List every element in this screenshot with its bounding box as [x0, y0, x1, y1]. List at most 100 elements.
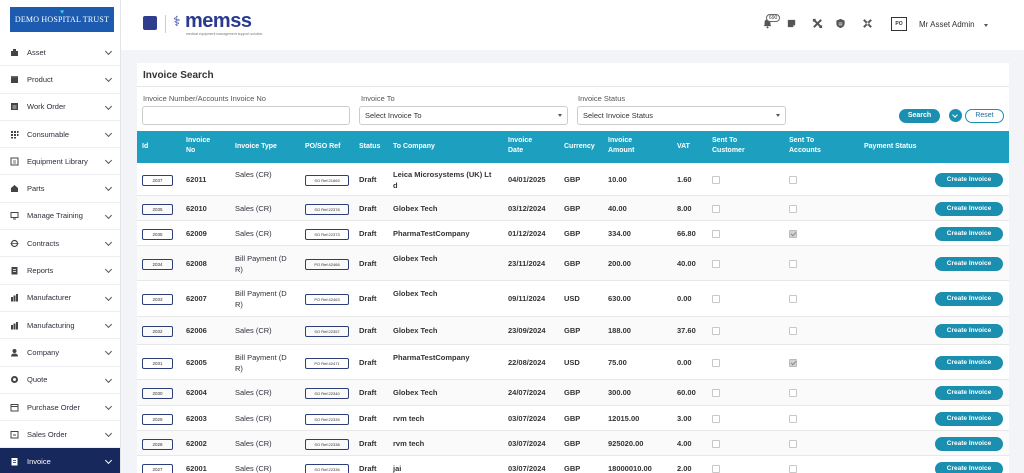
chevron-down-icon[interactable] — [104, 75, 113, 83]
sidebar-item-parts[interactable]: Parts — [0, 175, 120, 203]
invoice-id-link[interactable]: 2035 — [142, 228, 173, 240]
sidebar-item-manufacturing[interactable]: Manufacturing — [0, 312, 120, 340]
order-ref-link[interactable]: SO Ref:22378 — [305, 203, 349, 215]
brand-logo[interactable]: ⚕ memss medical equipment management sup… — [173, 10, 262, 38]
chevron-down-icon[interactable] — [104, 184, 113, 192]
search-button[interactable]: Search — [899, 109, 940, 123]
create-invoice-button[interactable]: Create Invoice — [935, 461, 1003, 473]
sent-to-accounts-checkbox[interactable] — [789, 175, 797, 184]
col-invoice-type[interactable]: Invoice Type — [235, 142, 277, 152]
col-vat[interactable]: VAT — [677, 142, 690, 152]
invoice-id-link[interactable]: 2028 — [142, 438, 173, 450]
caret-down-icon[interactable] — [984, 24, 988, 27]
chevron-down-icon[interactable] — [104, 266, 113, 274]
invoice-id-link[interactable]: 2034 — [142, 258, 173, 270]
sent-to-accounts-checkbox[interactable] — [789, 464, 797, 473]
sidebar-item-manufacturer[interactable]: Manufacturer — [0, 285, 120, 312]
note-icon[interactable] — [786, 18, 797, 29]
chevron-down-icon[interactable] — [104, 293, 113, 301]
col-invoice-amount[interactable]: Invoice Amount — [608, 136, 634, 156]
sent-to-customer-checkbox[interactable] — [712, 327, 720, 335]
shield-icon[interactable] — [835, 18, 846, 29]
invoice-id-link[interactable]: 2033 — [142, 294, 173, 305]
invoice-id-link[interactable]: 2037 — [142, 174, 173, 186]
sidebar-item-company[interactable]: Company — [0, 339, 120, 367]
sent-to-accounts-checkbox[interactable] — [789, 358, 797, 367]
chevron-down-icon[interactable] — [104, 375, 113, 383]
create-invoice-button[interactable]: Create Invoice — [935, 256, 1003, 271]
invoice-id-link[interactable]: 2027 — [142, 463, 173, 473]
sent-to-accounts-checkbox[interactable] — [789, 389, 797, 397]
settings-tools-icon[interactable] — [862, 18, 873, 29]
sent-to-accounts-checkbox[interactable] — [789, 259, 797, 268]
chevron-down-icon[interactable] — [104, 239, 113, 247]
user-name[interactable]: Mr Asset Admin — [919, 20, 975, 29]
create-invoice-button[interactable]: Create Invoice — [935, 411, 1003, 426]
reset-button[interactable]: Reset — [965, 109, 1004, 123]
order-ref-link[interactable]: SO Ref:22336 — [305, 463, 349, 473]
sidebar-item-contracts[interactable]: Contracts — [0, 230, 120, 258]
sidebar-item-work-order[interactable]: Work Order — [0, 94, 120, 121]
sidebar-item-manage-training[interactable]: Manage Training — [0, 203, 120, 231]
order-ref-link[interactable]: PO Ref:42471 — [305, 357, 349, 369]
org-logo[interactable]: ♥ DEMO HOSPITAL TRUST — [10, 7, 114, 32]
chevron-down-icon[interactable] — [104, 47, 113, 56]
sent-to-customer-checkbox[interactable] — [712, 295, 720, 303]
sidebar-item-equipment-library[interactable]: Equipment Library — [0, 148, 120, 176]
col-sent-customer[interactable]: Sent To Customer — [712, 136, 745, 156]
col-ref[interactable]: PO/SO Ref — [305, 142, 340, 152]
order-ref-link[interactable]: SO Ref:22373 — [305, 228, 349, 240]
sent-to-customer-checkbox[interactable] — [712, 204, 720, 213]
create-invoice-button[interactable]: Create Invoice — [935, 172, 1003, 187]
sent-to-customer-checkbox[interactable] — [712, 358, 720, 367]
chevron-down-icon[interactable] — [104, 102, 113, 110]
sidebar-item-asset[interactable]: Asset — [0, 39, 120, 67]
chevron-down-icon[interactable] — [104, 402, 113, 410]
col-id[interactable]: Id — [142, 142, 148, 152]
chevron-down-icon[interactable] — [104, 157, 113, 165]
order-ref-link[interactable]: PO Ref:42466 — [305, 258, 349, 270]
invoice-id-link[interactable]: 2030 — [142, 388, 173, 399]
sent-to-customer-checkbox[interactable] — [712, 259, 720, 268]
chevron-down-icon[interactable] — [104, 430, 113, 438]
sidebar-item-consumable[interactable]: Consumable — [0, 121, 120, 149]
create-invoice-button[interactable]: Create Invoice — [935, 436, 1003, 451]
sidebar-item-reports[interactable]: Reports — [0, 257, 120, 285]
order-ref-link[interactable]: SO Ref:22338 — [305, 438, 349, 450]
create-invoice-button[interactable]: Create Invoice — [935, 355, 1003, 370]
chevron-down-icon[interactable] — [104, 320, 113, 329]
tools-icon[interactable] — [812, 18, 823, 29]
create-invoice-button[interactable]: Create Invoice — [935, 226, 1003, 241]
chevron-down-icon[interactable] — [104, 457, 113, 465]
col-to-company[interactable]: To Company — [393, 142, 435, 152]
sidebar-item-sales-order[interactable]: Sales Order — [0, 421, 120, 449]
sent-to-accounts-checkbox[interactable] — [789, 327, 797, 335]
sent-to-customer-checkbox[interactable] — [712, 464, 720, 473]
sent-to-customer-checkbox[interactable] — [712, 229, 720, 238]
sidebar-item-invoice[interactable]: Invoice — [0, 448, 120, 473]
invoice-id-link[interactable]: 2031 — [142, 357, 173, 369]
sent-to-accounts-checkbox[interactable] — [789, 414, 797, 423]
order-ref-link[interactable]: SO Ref:21669 — [305, 174, 349, 186]
invoice-status-select[interactable]: Select Invoice Status — [577, 106, 786, 125]
sidebar-item-product[interactable]: Product — [0, 66, 120, 94]
chevron-down-icon[interactable] — [104, 211, 113, 219]
invoice-number-input[interactable] — [142, 106, 350, 125]
create-invoice-button[interactable]: Create Invoice — [935, 292, 1003, 306]
invoice-id-link[interactable]: 2032 — [142, 326, 173, 337]
sent-to-accounts-checkbox[interactable] — [789, 204, 797, 213]
col-invoice-date[interactable]: Invoice Date — [508, 136, 532, 156]
sent-to-accounts-checkbox[interactable] — [789, 439, 797, 448]
sidebar-item-quote[interactable]: Quote — [0, 367, 120, 394]
create-invoice-button[interactable]: Create Invoice — [935, 201, 1003, 216]
invoice-id-link[interactable]: 2035 — [142, 203, 173, 215]
sent-to-customer-checkbox[interactable] — [712, 389, 720, 397]
col-invoice-no[interactable]: Invoice No — [186, 136, 210, 156]
sent-to-accounts-checkbox[interactable] — [789, 229, 797, 238]
col-payment-status[interactable]: Payment Status — [864, 142, 917, 152]
order-ref-link[interactable]: SO Ref:22339 — [305, 413, 349, 425]
col-status[interactable]: Status — [359, 142, 380, 152]
invoice-to-select[interactable]: Select Invoice To — [359, 106, 568, 125]
col-sent-accounts[interactable]: Sent To Accounts — [789, 136, 821, 156]
create-invoice-button[interactable]: Create Invoice — [935, 386, 1003, 400]
